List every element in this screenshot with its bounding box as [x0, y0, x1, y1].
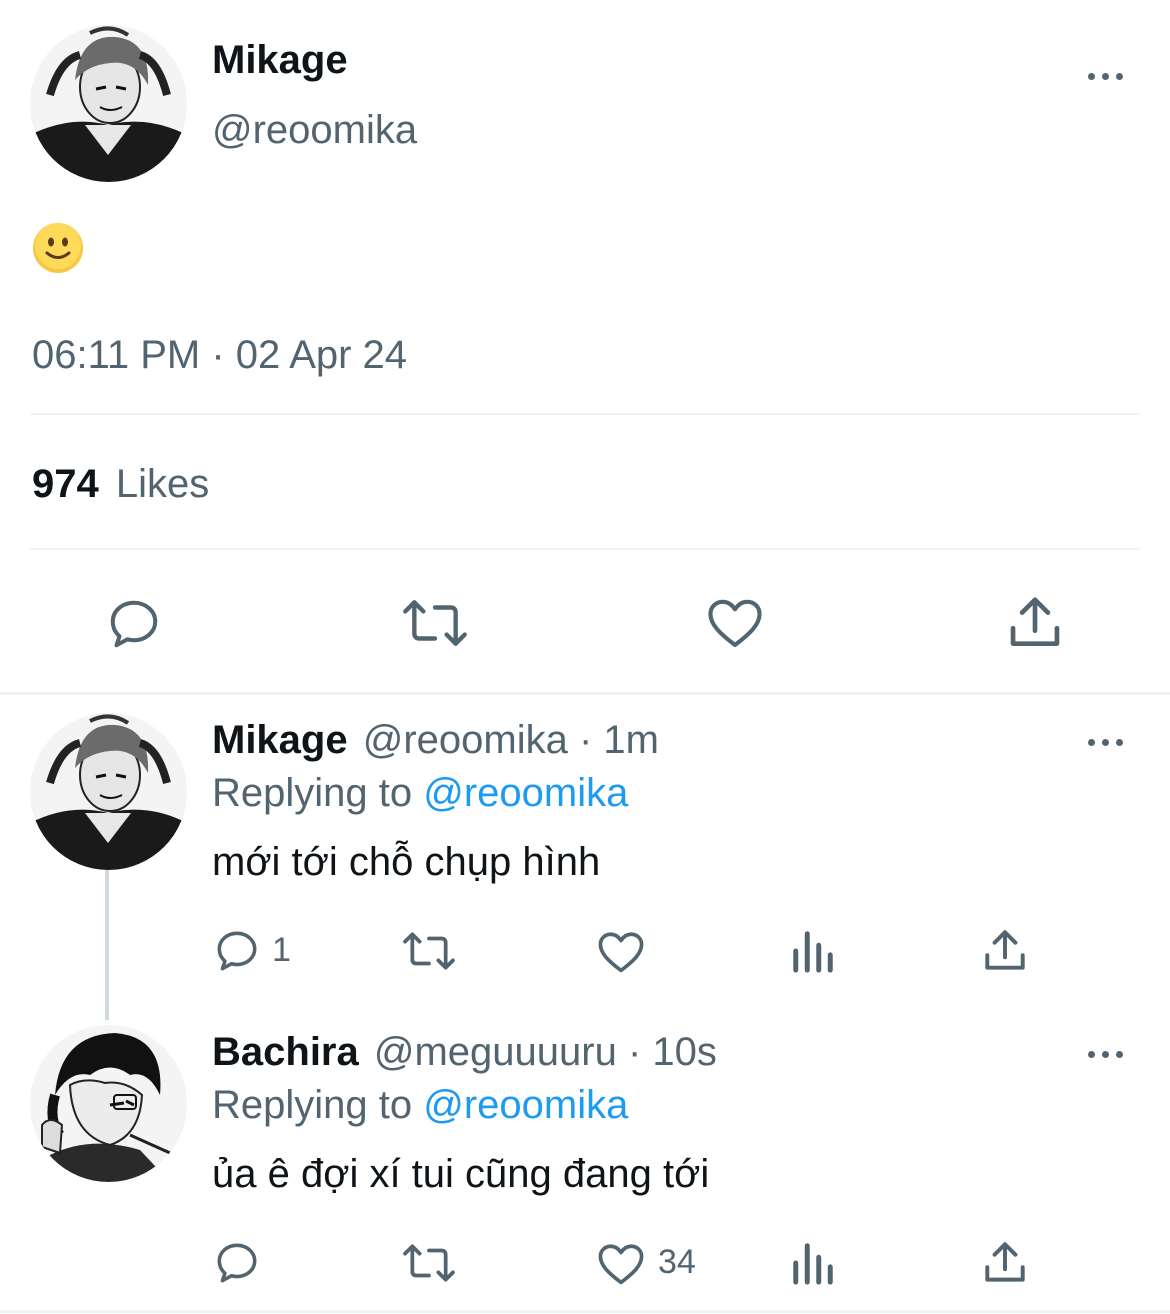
analytics-button[interactable]: [790, 928, 836, 974]
like-button[interactable]: [595, 1238, 647, 1290]
reply-handle-time[interactable]: @reoomika · 1m: [363, 718, 659, 762]
replying-to: Replying to @reoomika: [212, 1083, 628, 1128]
divider: [0, 692, 1170, 695]
thread-line: [105, 860, 109, 1020]
like-icon: [598, 932, 644, 973]
like-button[interactable]: [595, 926, 647, 978]
like-button[interactable]: [704, 592, 766, 654]
retweet-button[interactable]: [400, 1238, 458, 1288]
replying-to-link[interactable]: @reoomika: [423, 1083, 628, 1127]
main-tweet-emoji: [32, 222, 84, 274]
like-icon: [598, 1244, 644, 1285]
reply-header: Mikage @reoomika · 1m: [212, 718, 659, 763]
divider: [0, 1310, 1170, 1313]
main-author-name[interactable]: Mikage: [212, 38, 348, 83]
divider: [30, 413, 1140, 415]
avatar-mikage-image: [30, 713, 187, 870]
analytics-icon: [793, 1243, 833, 1285]
divider: [30, 548, 1140, 550]
avatar-bachira-image: [30, 1025, 187, 1182]
more-icon[interactable]: [1086, 1046, 1126, 1062]
reply-author-name[interactable]: Mikage: [212, 718, 348, 762]
replying-to-label: Replying to: [212, 1083, 424, 1127]
reply-author-name[interactable]: Bachira: [212, 1030, 359, 1074]
share-icon: [985, 1242, 1025, 1282]
main-tweet-timestamp[interactable]: 06:11 PM · 02 Apr 24: [32, 333, 407, 378]
likes-stat[interactable]: 974 Likes: [32, 462, 209, 507]
replying-to: Replying to @reoomika: [212, 771, 628, 816]
more-icon[interactable]: [1086, 734, 1126, 750]
likes-label: Likes: [115, 462, 210, 506]
replying-to-label: Replying to: [212, 771, 424, 815]
share-icon: [1010, 597, 1060, 646]
avatar-mikage[interactable]: [30, 713, 187, 870]
like-count: 34: [658, 1243, 696, 1281]
analytics-icon: [793, 931, 833, 973]
reply-button[interactable]: [212, 1238, 262, 1288]
reply-text: ủa ê đợi xí tui cũng đang tới: [212, 1152, 710, 1196]
main-author-handle[interactable]: @reoomika: [212, 108, 417, 153]
retweet-icon: [403, 932, 455, 970]
like-icon: [708, 599, 762, 648]
reply-icon: [217, 1243, 257, 1283]
reply-header: Bachira @meguuuuru · 10s: [212, 1030, 717, 1075]
reply-text: mới tới chỗ chụp hình: [212, 840, 601, 884]
smiling-face-icon: [33, 223, 83, 273]
replying-to-link[interactable]: @reoomika: [423, 771, 628, 815]
avatar-mikage-image: [30, 25, 187, 182]
reply-handle-time[interactable]: @meguuuuru · 10s: [374, 1030, 717, 1074]
reply-button[interactable]: [212, 926, 262, 976]
likes-count: 974: [32, 462, 99, 506]
reply-button[interactable]: [104, 594, 164, 654]
share-button[interactable]: [980, 926, 1030, 976]
share-icon: [985, 930, 1025, 970]
retweet-button[interactable]: [400, 592, 470, 654]
analytics-button[interactable]: [790, 1240, 836, 1286]
avatar-mikage[interactable]: [30, 25, 187, 182]
reply-icon: [110, 600, 158, 648]
more-icon[interactable]: [1086, 68, 1126, 84]
reply-count: 1: [272, 931, 291, 969]
reply-icon: [217, 931, 257, 971]
retweet-button[interactable]: [400, 926, 458, 976]
retweet-icon: [403, 1244, 455, 1282]
avatar-bachira[interactable]: [30, 1025, 187, 1182]
share-button[interactable]: [1004, 592, 1066, 654]
retweet-icon: [403, 600, 467, 646]
share-button[interactable]: [980, 1238, 1030, 1288]
